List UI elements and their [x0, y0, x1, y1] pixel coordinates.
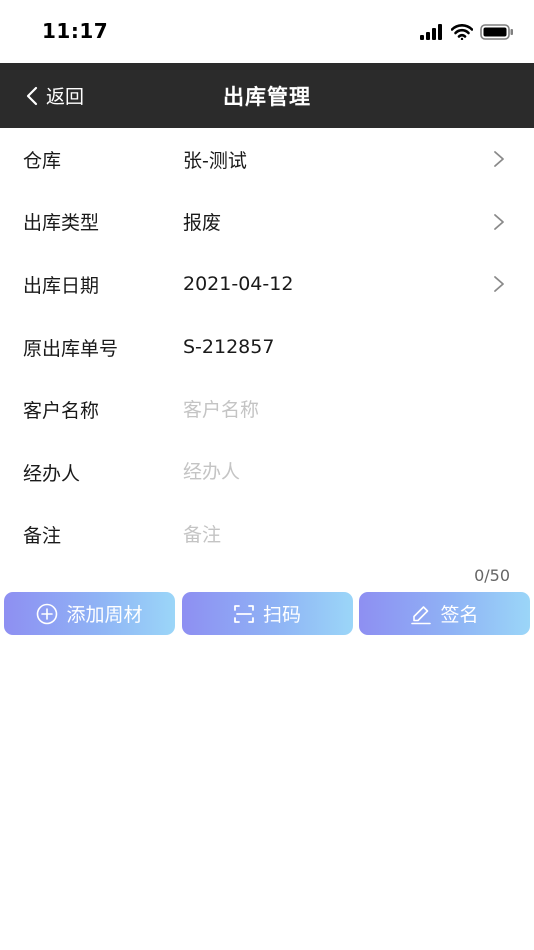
outbound-date-value: 2021-04-12: [183, 273, 294, 296]
remark-input[interactable]: [183, 516, 504, 553]
add-material-button[interactable]: 添加周材: [4, 592, 175, 636]
sign-label: 签名: [440, 604, 479, 627]
handler-row: 经办人: [0, 441, 534, 504]
original-order-value: S-212857: [183, 336, 275, 359]
wifi-icon: [451, 24, 473, 40]
outbound-date-row[interactable]: 出库日期 2021-04-12: [0, 253, 534, 316]
handler-label: 经办人: [23, 462, 81, 485]
customer-name-label: 客户名称: [23, 400, 100, 423]
status-icons: [420, 22, 514, 42]
battery-icon: [480, 24, 513, 40]
warehouse-row[interactable]: 仓库 张-测试: [0, 128, 534, 191]
status-time: 11:17: [42, 19, 109, 43]
status-bar: 11:17: [0, 0, 534, 63]
outbound-form: 仓库 张-测试 出库类型 报废 出库日期 2021-04-12 原出库单号 S-…: [0, 128, 534, 592]
back-button[interactable]: 返回: [26, 63, 84, 128]
outbound-type-value: 报废: [183, 212, 222, 235]
navbar: 返回 出库管理: [0, 63, 534, 128]
original-order-row: 原出库单号 S-212857: [0, 316, 534, 379]
handler-input[interactable]: [183, 454, 504, 491]
remark-label: 备注: [23, 525, 62, 548]
add-material-label: 添加周材: [66, 604, 143, 627]
pencil-icon: [411, 605, 432, 624]
sign-button[interactable]: 签名: [359, 592, 530, 636]
chevron-right-icon: [494, 151, 504, 168]
original-order-label: 原出库单号: [23, 337, 119, 360]
chevron-right-icon: [494, 276, 504, 293]
outbound-date-label: 出库日期: [23, 274, 100, 297]
signal-icon: [420, 24, 442, 40]
remark-row: 备注: [0, 504, 534, 567]
outbound-type-row[interactable]: 出库类型 报废: [0, 191, 534, 254]
scan-icon: [234, 604, 254, 623]
page-title: 出库管理: [223, 84, 311, 109]
back-label: 返回: [46, 86, 85, 108]
warehouse-value: 张-测试: [183, 149, 247, 172]
action-bar: 添加周材 扫码 签名: [0, 592, 534, 636]
customer-name-input[interactable]: [183, 391, 504, 428]
scan-button[interactable]: 扫码: [181, 592, 353, 636]
chevron-left-icon: [26, 86, 38, 105]
warehouse-label: 仓库: [23, 149, 62, 172]
chevron-right-icon: [494, 213, 504, 230]
plus-circle-icon: [37, 603, 58, 624]
remark-counter: 0/50: [474, 566, 510, 586]
outbound-type-label: 出库类型: [23, 212, 100, 235]
scan-label: 扫码: [262, 604, 301, 627]
customer-name-row: 客户名称: [0, 378, 534, 441]
